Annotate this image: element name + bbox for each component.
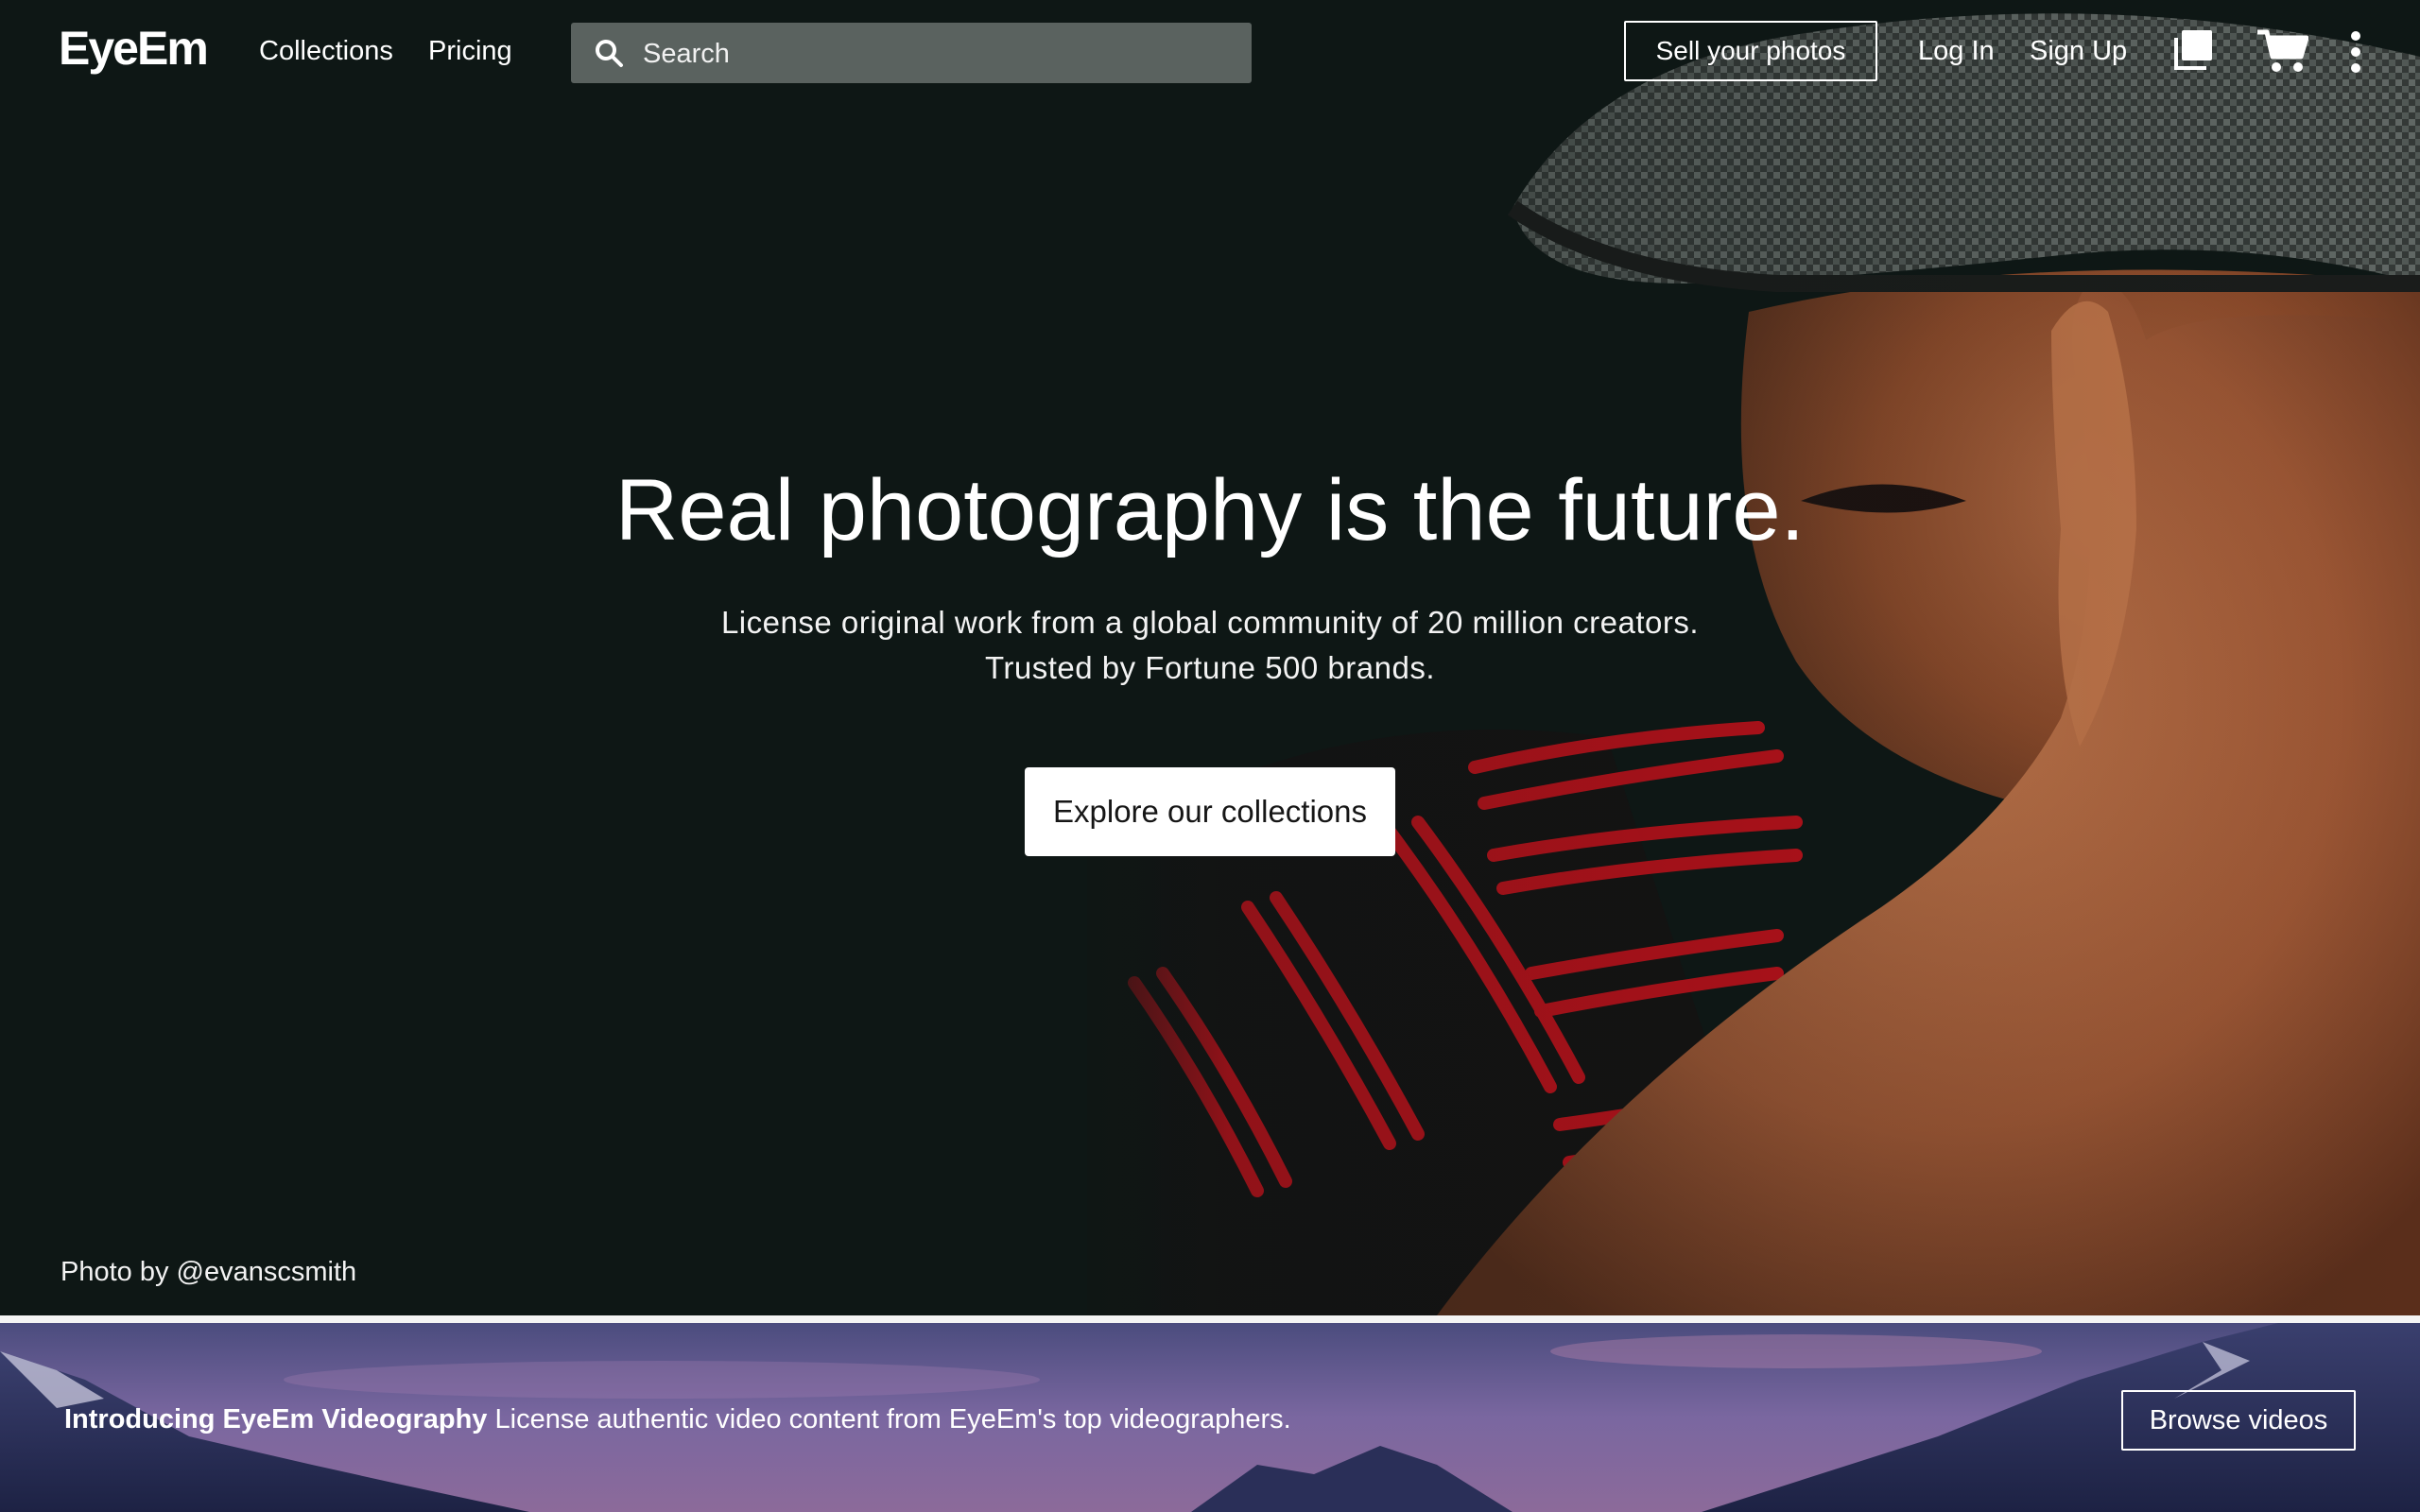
cart-icon[interactable] bbox=[2256, 28, 2308, 74]
banner-message: Introducing EyeEm Videography License au… bbox=[64, 1404, 1291, 1435]
search-input[interactable]: Search bbox=[643, 39, 730, 70]
more-vertical-icon[interactable] bbox=[2346, 28, 2365, 76]
banner-title: Introducing EyeEm Videography bbox=[64, 1404, 488, 1435]
search-icon bbox=[596, 40, 623, 67]
photo-credit[interactable]: Photo by @evanscsmith bbox=[60, 1257, 356, 1288]
hero-section: EyeEm Collections Pricing Search Sell yo… bbox=[0, 0, 2420, 1315]
login-link[interactable]: Log In bbox=[1918, 36, 1995, 67]
hero-headline: Real photography is the future. bbox=[614, 462, 1806, 558]
browse-videos-button[interactable]: Browse videos bbox=[2121, 1390, 2356, 1451]
hero-trust-line: Trusted by Fortune 500 brands. bbox=[984, 650, 1436, 685]
section-divider bbox=[0, 1315, 2420, 1323]
hero-subline: License original work from a global comm… bbox=[720, 605, 1700, 640]
nav-link-pricing[interactable]: Pricing bbox=[428, 36, 512, 67]
videography-banner: Introducing EyeEm Videography License au… bbox=[0, 1323, 2420, 1512]
explore-collections-button[interactable]: Explore our collections bbox=[1025, 767, 1395, 856]
nav-link-collections[interactable]: Collections bbox=[259, 36, 393, 67]
banner-description: License authentic video content from Eye… bbox=[494, 1404, 1291, 1435]
sell-photos-button[interactable]: Sell your photos bbox=[1624, 21, 1877, 81]
search-bar[interactable]: Search bbox=[571, 23, 1252, 83]
eyeem-logo[interactable]: EyeEm bbox=[59, 21, 209, 76]
top-navbar: EyeEm Collections Pricing Search Sell yo… bbox=[0, 0, 2420, 106]
signup-link[interactable]: Sign Up bbox=[2030, 36, 2127, 67]
lightbox-icon[interactable] bbox=[2170, 28, 2214, 72]
